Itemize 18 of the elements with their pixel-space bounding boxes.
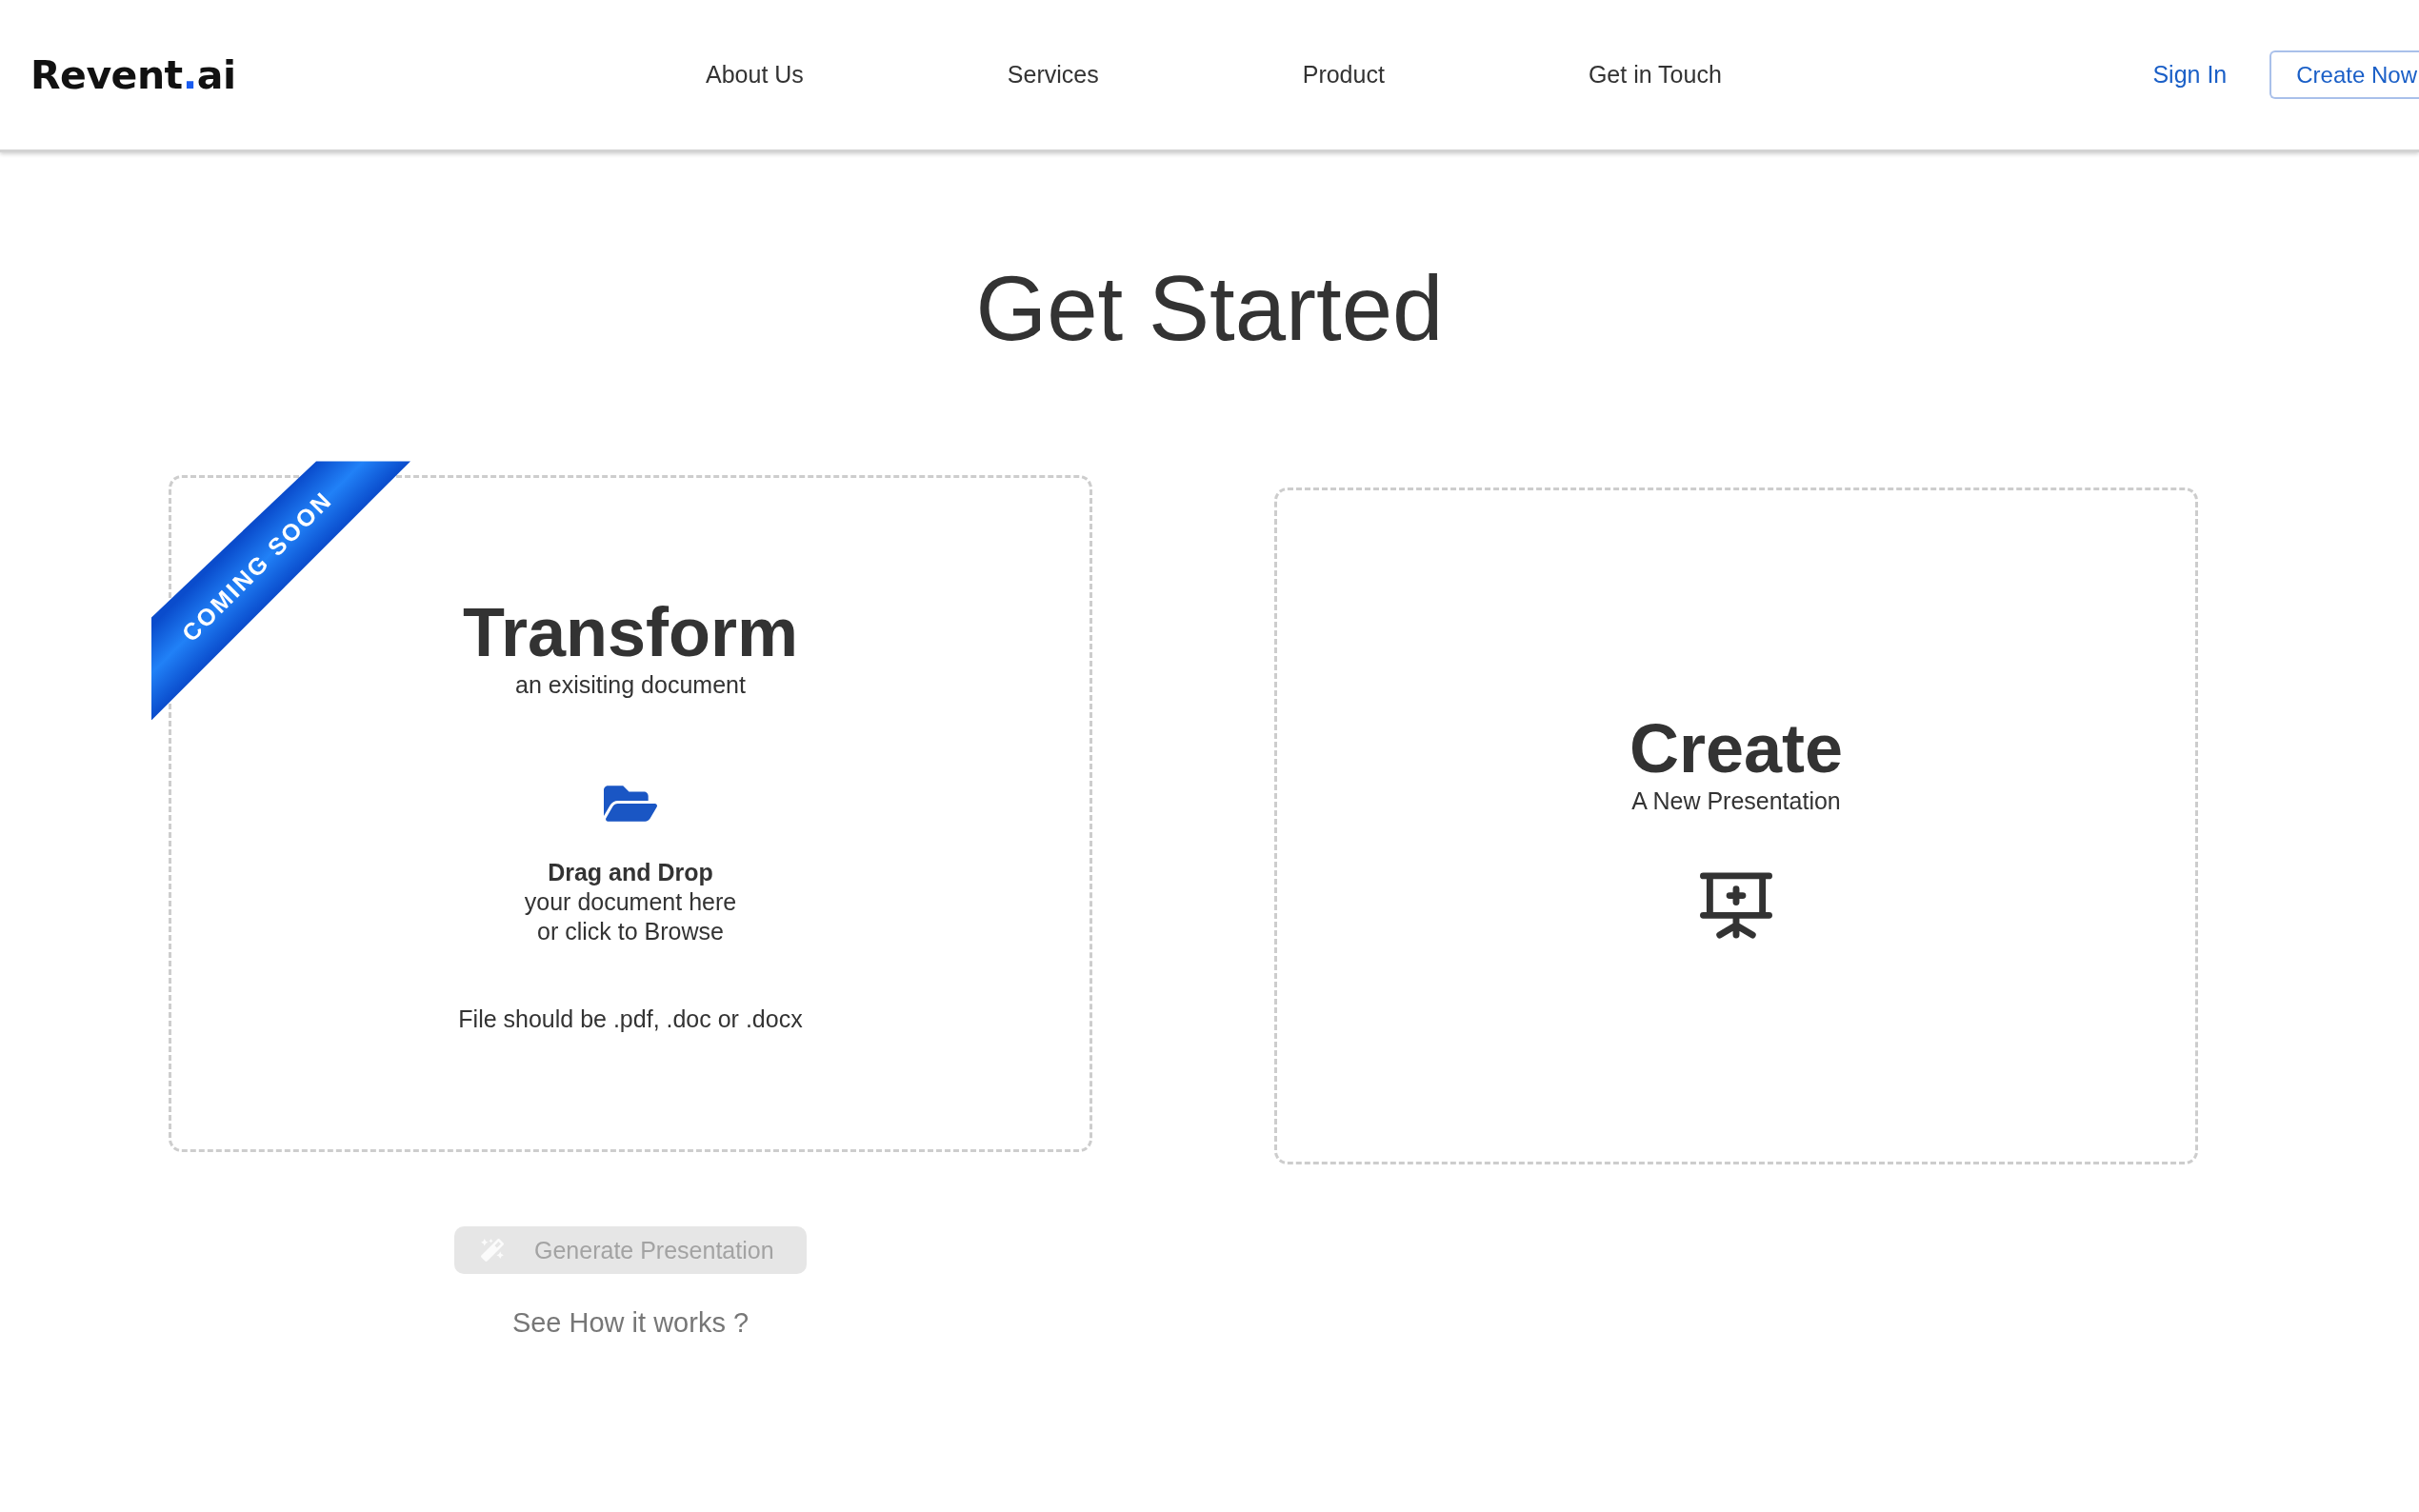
file-type-note: File should be .pdf, .doc or .docx xyxy=(458,1004,803,1034)
drop-instruction: or click to Browse xyxy=(537,916,724,946)
drop-title: Drag and Drop xyxy=(548,857,713,887)
nav-link[interactable]: Get in Touch xyxy=(1588,61,1722,89)
help-link[interactable]: See How it works ? xyxy=(511,1306,750,1341)
nav-link[interactable]: Services xyxy=(1007,61,1099,89)
create-card[interactable]: Create A New Presentation xyxy=(1274,487,2198,1165)
logo[interactable]: Revent.ai xyxy=(30,51,242,98)
create-now-button[interactable]: Create Now xyxy=(2269,50,2419,99)
card-title: Create xyxy=(1629,709,1844,786)
nav-link[interactable]: About Us xyxy=(706,61,804,89)
page-title: Get Started xyxy=(974,256,1445,361)
nav-link[interactable]: Product xyxy=(1302,61,1385,89)
sign-in-link[interactable]: Sign In xyxy=(2152,61,2228,89)
card-subtitle: A New Presentation xyxy=(1631,786,1841,816)
drop-instruction: your document here xyxy=(524,886,737,917)
card-subtitle: an exisiting document xyxy=(515,669,746,700)
card-title: Transform xyxy=(462,593,799,670)
